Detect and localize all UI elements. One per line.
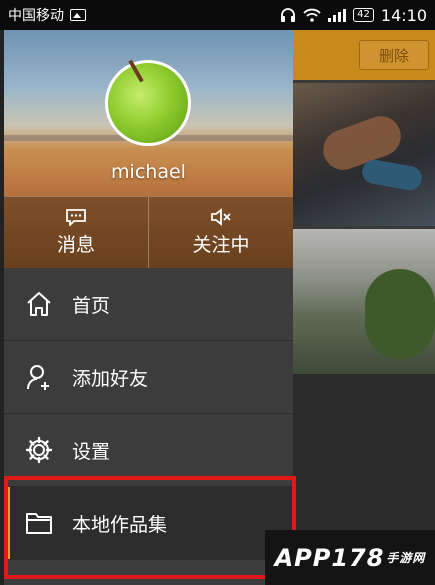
wifi-icon [303,8,321,22]
drawer-menu: 首页 添加好友 设置 本地作品集 [4,268,293,560]
avatar[interactable] [105,60,191,146]
headset-icon [281,8,296,22]
watermark-subtext: 手游网 [386,551,426,565]
clock: 14:10 [380,5,427,25]
profile-header: michael 消息 关注中 [4,30,293,268]
navigation-drawer: michael 消息 关注中 首页 添加好友 设置 本地作品集 [4,30,293,585]
gallery-photo-gym[interactable] [292,83,435,226]
menu-item-label: 本地作品集 [72,513,168,536]
menu-item-label: 设置 [72,440,111,463]
menu-item-local-works[interactable]: 本地作品集 [4,487,293,560]
folder-icon [24,508,54,538]
main-toolbar: 删除 [292,30,435,80]
messages-button[interactable]: 消息 [4,197,148,268]
menu-item-label: 添加好友 [72,367,149,390]
signal-icon [328,8,347,22]
status-bar: 中国移动 42 14:10 [0,0,435,30]
image-notification-icon [70,9,86,21]
watermark-logo: APP178 手游网 [265,530,435,585]
menu-item-label: 首页 [72,294,111,317]
speaker-muted-icon [211,208,231,226]
menu-item-settings[interactable]: 设置 [4,414,293,487]
active-indicator [4,487,10,559]
gear-icon [24,435,54,465]
add-friend-icon [24,362,54,392]
menu-item-home[interactable]: 首页 [4,268,293,341]
following-label: 关注中 [192,234,250,256]
messages-label: 消息 [56,234,95,256]
home-icon [24,289,54,319]
following-button[interactable]: 关注中 [148,197,293,268]
main-screen-behind-drawer: 删除 [292,30,435,585]
gallery-photo-street[interactable] [292,229,435,374]
message-icon [66,209,86,226]
profile-actions: 消息 关注中 [4,196,293,268]
carrier-name: 中国移动 [8,8,64,24]
menu-item-add-friend[interactable]: 添加好友 [4,341,293,414]
watermark-text: APP178 [274,543,385,572]
delete-button[interactable]: 删除 [359,40,429,70]
battery-indicator: 42 [353,8,374,22]
username: michael [111,161,186,183]
